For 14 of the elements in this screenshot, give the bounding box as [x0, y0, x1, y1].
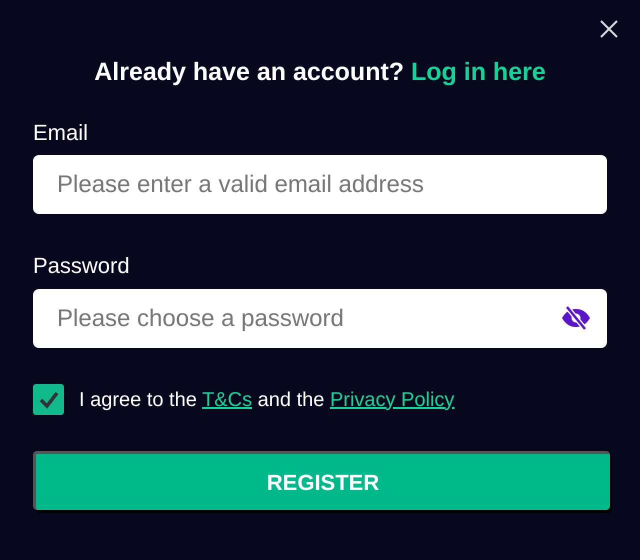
- email-field[interactable]: Please enter a valid email address: [33, 155, 607, 214]
- password-label: Password: [33, 252, 130, 280]
- eye-slash-icon[interactable]: [561, 305, 591, 331]
- agreement-text: I agree to the T&Cs and the Privacy Policy: [79, 388, 454, 412]
- login-prompt: Already have an account? Log in here: [93, 57, 547, 88]
- privacy-policy-link[interactable]: Privacy Policy: [330, 388, 454, 410]
- email-label: Email: [33, 119, 88, 147]
- login-link[interactable]: Log in here: [411, 58, 546, 86]
- close-icon: [599, 19, 619, 39]
- checkmark-icon: [38, 390, 58, 408]
- close-button[interactable]: [598, 18, 620, 40]
- terms-link[interactable]: T&Cs: [202, 388, 252, 410]
- agree-checkbox[interactable]: [33, 384, 64, 415]
- password-field[interactable]: Please choose a password: [33, 289, 607, 348]
